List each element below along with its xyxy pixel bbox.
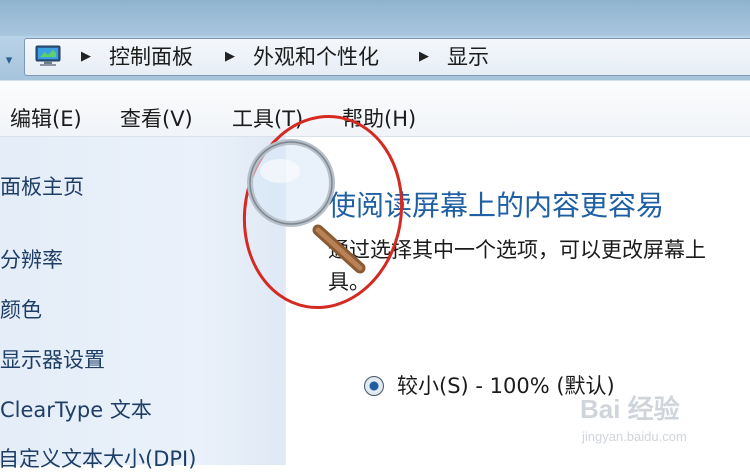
menu-help[interactable]: 帮助(H) bbox=[342, 104, 416, 134]
recent-pages-dropdown-icon[interactable]: ▾ bbox=[0, 52, 18, 70]
menu-view[interactable]: 查看(V) bbox=[120, 104, 193, 134]
option-smaller-radio[interactable] bbox=[364, 376, 384, 396]
window-title-bar bbox=[0, 0, 750, 36]
control-panel-icon bbox=[35, 45, 61, 66]
nav-link-display-settings[interactable]: 显示器设置 bbox=[0, 345, 105, 375]
nav-link-resolution[interactable]: 分辨率 bbox=[0, 245, 63, 275]
page-heading: 使阅读屏幕上的内容更容易 bbox=[328, 189, 665, 222]
breadcrumb-appearance[interactable]: 外观和个性化 bbox=[253, 44, 379, 70]
nav-link-custom-dpi[interactable]: 自定义文本大小(DPI) bbox=[0, 444, 196, 474]
description-line-1: 通过选择其中一个选项，可以更改屏幕上 bbox=[328, 238, 706, 262]
description-line-2: 具。 bbox=[328, 270, 370, 294]
breadcrumb-display[interactable]: 显示 bbox=[447, 44, 489, 70]
pane-divider bbox=[284, 137, 286, 465]
menu-tools[interactable]: 工具(T) bbox=[232, 104, 303, 134]
menu-edit[interactable]: 编辑(E) bbox=[10, 104, 82, 134]
baidu-jingyan-watermark: Bai 经验 jingyan.baidu.com bbox=[580, 393, 740, 451]
page-description: 通过选择其中一个选项，可以更改屏幕上 具。 bbox=[328, 234, 750, 300]
watermark-logo: Bai 经验 bbox=[580, 394, 680, 424]
watermark-url: jingyan.baidu.com bbox=[582, 429, 687, 444]
address-bar[interactable]: ▶ 控制面板 ▶ 外观和个性化 ▶ 显示 bbox=[24, 38, 750, 76]
nav-link-control-panel-home[interactable]: 面板主页 bbox=[0, 172, 84, 202]
nav-link-cleartype[interactable]: ClearType 文本 bbox=[0, 395, 152, 425]
breadcrumb-separator-icon[interactable]: ▶ bbox=[81, 44, 91, 70]
nav-link-color[interactable]: 颜色 bbox=[0, 295, 42, 325]
breadcrumb-separator-icon[interactable]: ▶ bbox=[225, 44, 235, 70]
breadcrumb-control-panel[interactable]: 控制面板 bbox=[109, 44, 193, 70]
breadcrumb-separator-icon[interactable]: ▶ bbox=[419, 44, 429, 70]
